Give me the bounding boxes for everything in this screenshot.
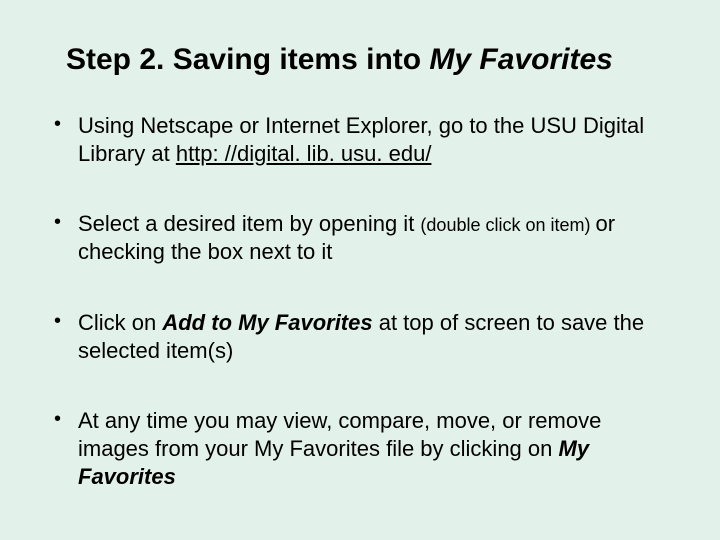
list-item: At any time you may view, compare, move,… [48,407,672,491]
bullet-text: Select a desired item by opening it [78,211,420,236]
bullet-parenthetical: (double click on item) [420,215,595,235]
list-item: Click on Add to My Favorites at top of s… [48,309,672,365]
title-emphasis: My Favorites [429,43,612,76]
slide: Step 2. Saving items into My Favorites U… [0,0,720,540]
slide-title: Step 2. Saving items into My Favorites [66,42,672,78]
bullet-text: Click on [78,310,162,335]
bullet-text: At any time you may view, compare, move,… [78,408,601,461]
bullet-list: Using Netscape or Internet Explorer, go … [48,112,672,491]
list-item: Using Netscape or Internet Explorer, go … [48,112,672,168]
url-link[interactable]: http: //digital. lib. usu. edu/ [176,141,432,166]
list-item: Select a desired item by opening it (dou… [48,210,672,266]
title-prefix: Step 2. Saving items into [66,43,429,76]
bullet-emphasis: Add to My Favorites [162,310,372,335]
